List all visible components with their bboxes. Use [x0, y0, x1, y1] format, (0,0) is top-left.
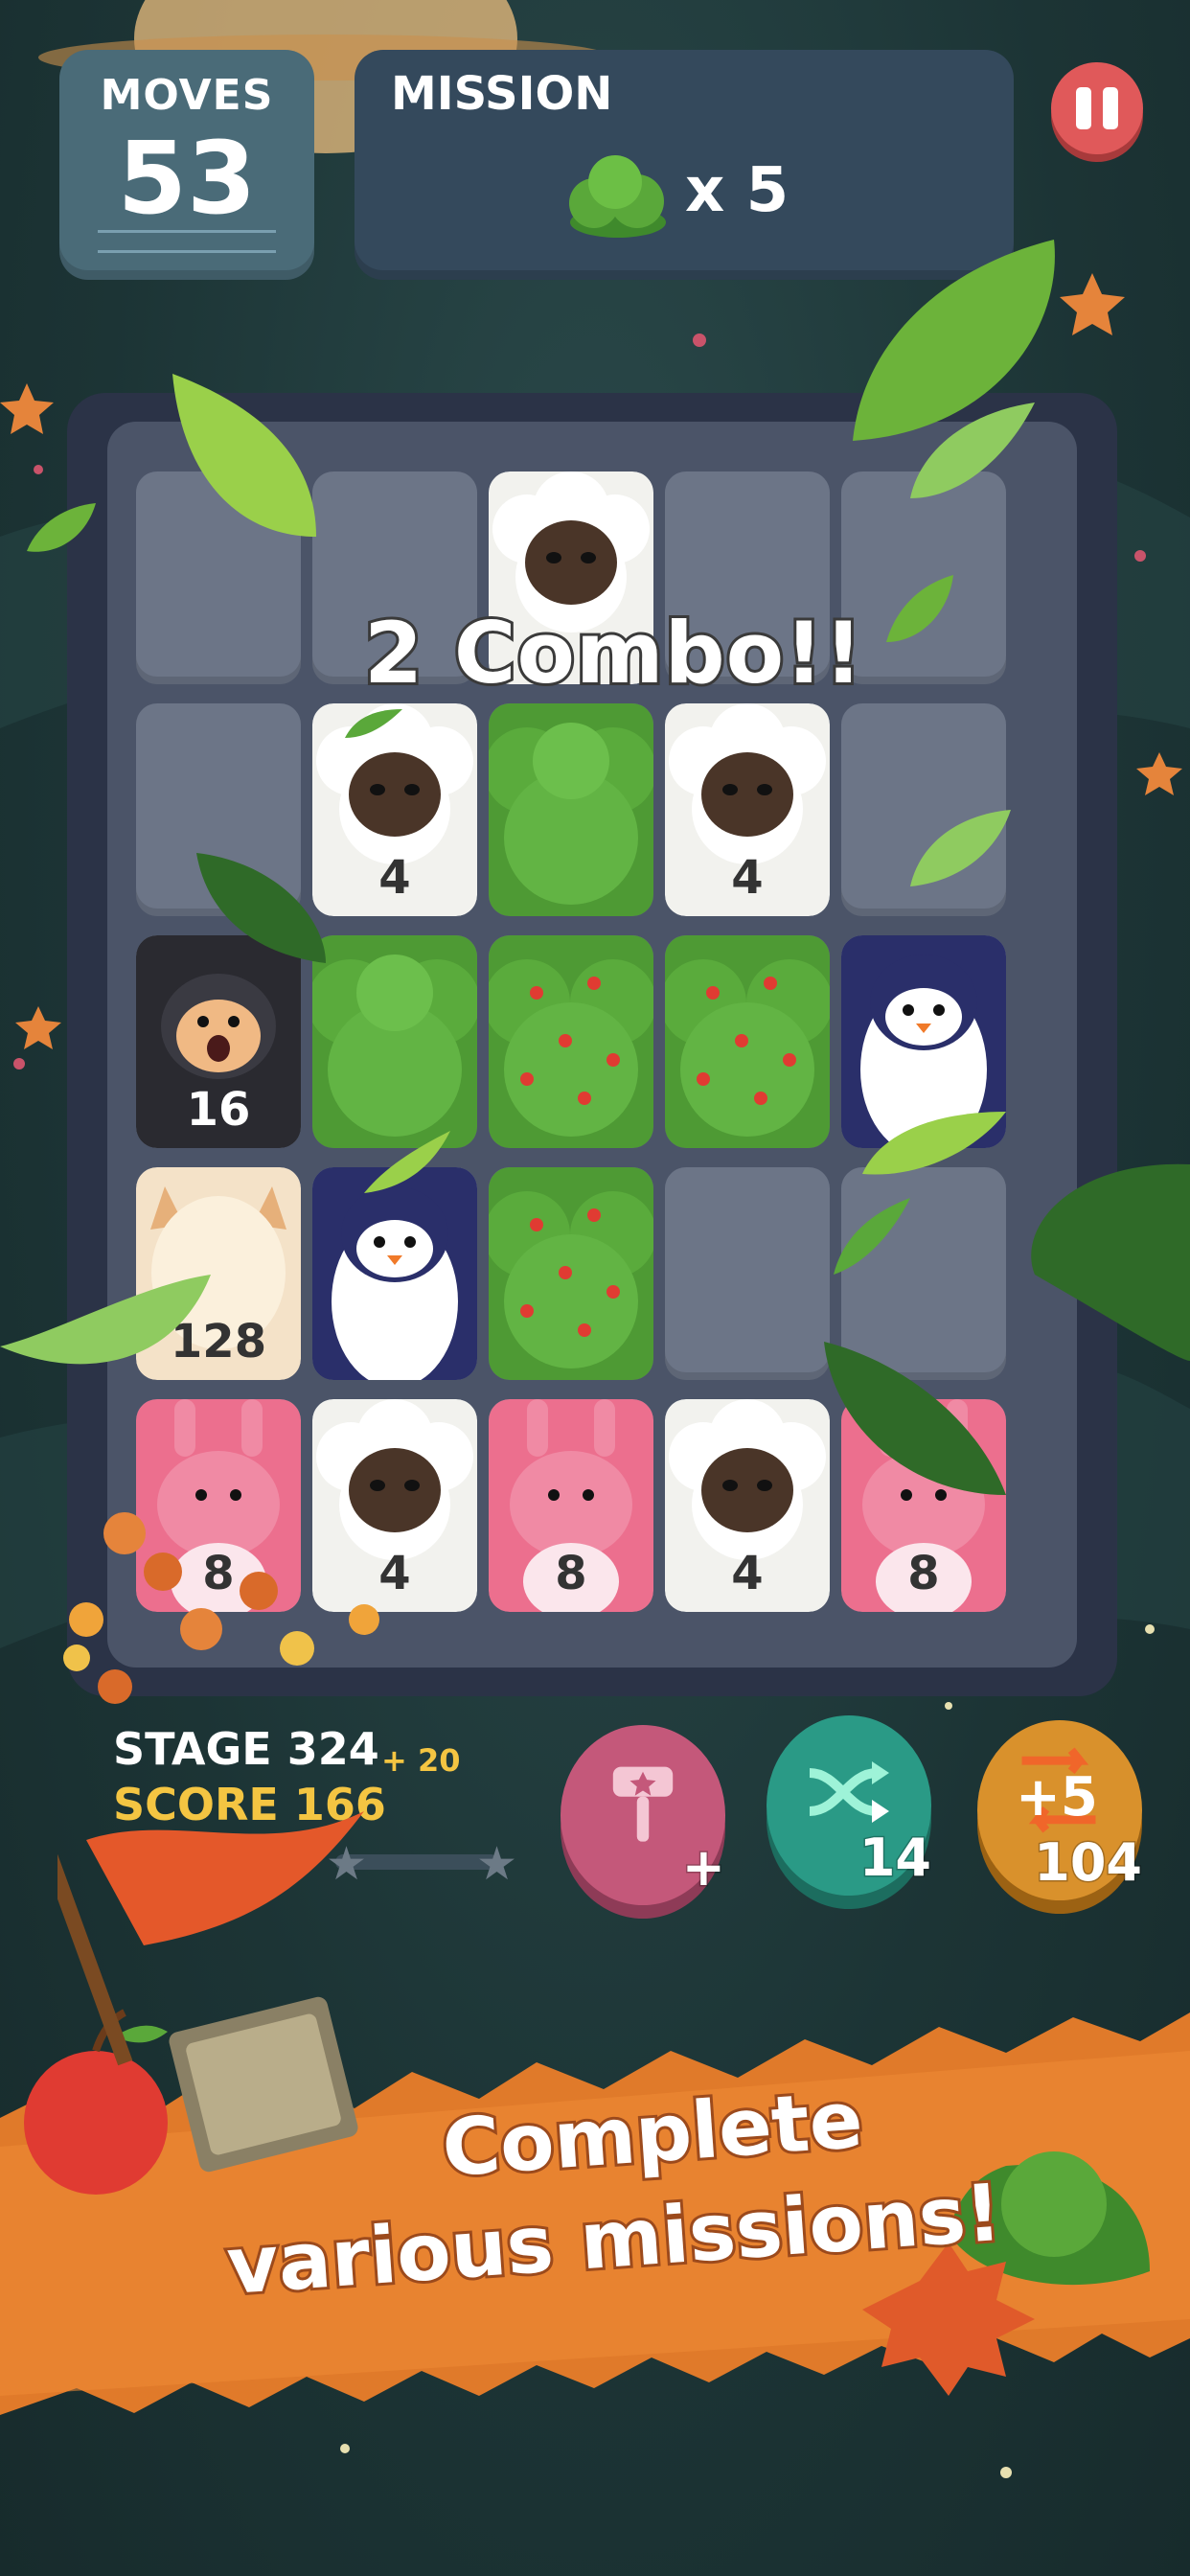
stage-value: 324 — [286, 1723, 379, 1775]
shuffle-booster[interactable]: 14 — [767, 1715, 933, 1896]
game-board: 4 4 16 128 2 8 4 8 4 8 — [67, 393, 1117, 1696]
mission-panel: MISSION x 5 — [355, 50, 1014, 280]
board-cell[interactable] — [841, 703, 1006, 916]
sheep-tile[interactable]: 4 — [665, 703, 830, 916]
moves-counter: MOVES 53 — [59, 50, 314, 280]
cat-tile[interactable]: 128 — [136, 1167, 301, 1380]
mission-label: MISSION — [391, 67, 613, 121]
tile-number: 4 — [731, 851, 764, 905]
rabbit-tile[interactable]: 8 — [489, 1399, 653, 1612]
bush-tile[interactable] — [312, 935, 477, 1148]
tile-number: 8 — [202, 1547, 235, 1600]
gorilla-tile[interactable]: 16 — [136, 935, 301, 1148]
rabbit-tile[interactable]: 8 — [136, 1399, 301, 1612]
board-cell[interactable] — [665, 1167, 830, 1380]
tile-number: 16 — [186, 1083, 251, 1137]
shuffle-icon — [809, 1761, 889, 1823]
game-screen: MOVES 53 MISSION x 5 4 4 16 128 2 8 4 8 … — [0, 0, 1190, 2576]
board-cell[interactable] — [136, 472, 301, 684]
moves-label: MOVES — [100, 71, 274, 120]
pause-icon — [1076, 87, 1091, 129]
plus5-count: 104 — [1033, 1831, 1144, 1895]
tile-number: 8 — [907, 1547, 940, 1600]
pause-button[interactable] — [1051, 62, 1143, 154]
plus5-booster[interactable]: +5 104 — [977, 1720, 1144, 1900]
moves-value: 53 — [117, 120, 257, 237]
bush-icon — [569, 155, 666, 238]
stage-display: STAGE 324 — [113, 1723, 379, 1775]
tile-number: 4 — [378, 851, 411, 905]
rabbit-tile[interactable]: 8 — [841, 1399, 1006, 1612]
board-cell[interactable] — [136, 703, 301, 916]
stage-bonus: + 20 — [381, 1742, 461, 1779]
berry-bush-tile[interactable] — [489, 935, 653, 1148]
board-cell[interactable] — [841, 472, 1006, 684]
pause-icon-bar — [1103, 87, 1118, 129]
berry-bush-tile[interactable] — [489, 1167, 653, 1380]
flag-icon — [57, 1811, 364, 2066]
board-cell[interactable] — [841, 1167, 1006, 1380]
berry-bush-tile[interactable] — [665, 935, 830, 1148]
hammer-icon — [612, 1766, 674, 1842]
sheep-tile[interactable]: 4 — [312, 1399, 477, 1612]
penguin-tile[interactable]: 2 — [312, 1167, 477, 1380]
tile-number: 2 — [378, 1315, 411, 1368]
hammer-count: + — [680, 1836, 726, 1899]
bush-tile[interactable] — [489, 703, 653, 916]
sheep-tile[interactable]: 4 — [665, 1399, 830, 1612]
tile-number: 128 — [170, 1315, 267, 1368]
mission-count: x 5 — [685, 155, 790, 226]
star-icon: ★ — [475, 1837, 517, 1891]
tile-number: 8 — [555, 1547, 587, 1600]
stage-label: STAGE — [113, 1723, 272, 1775]
tile-number: 4 — [378, 1547, 411, 1600]
shuffle-count: 14 — [858, 1827, 932, 1890]
moves-wave-decoration — [98, 230, 276, 253]
tile-number: 4 — [731, 1547, 764, 1600]
combo-text: 2 Combo!! — [361, 601, 865, 705]
hammer-booster[interactable]: + — [561, 1725, 727, 1905]
plus5-label: +5 — [1016, 1766, 1098, 1828]
penguin-tile[interactable] — [841, 935, 1006, 1148]
sheep-tile[interactable]: 4 — [312, 703, 477, 916]
